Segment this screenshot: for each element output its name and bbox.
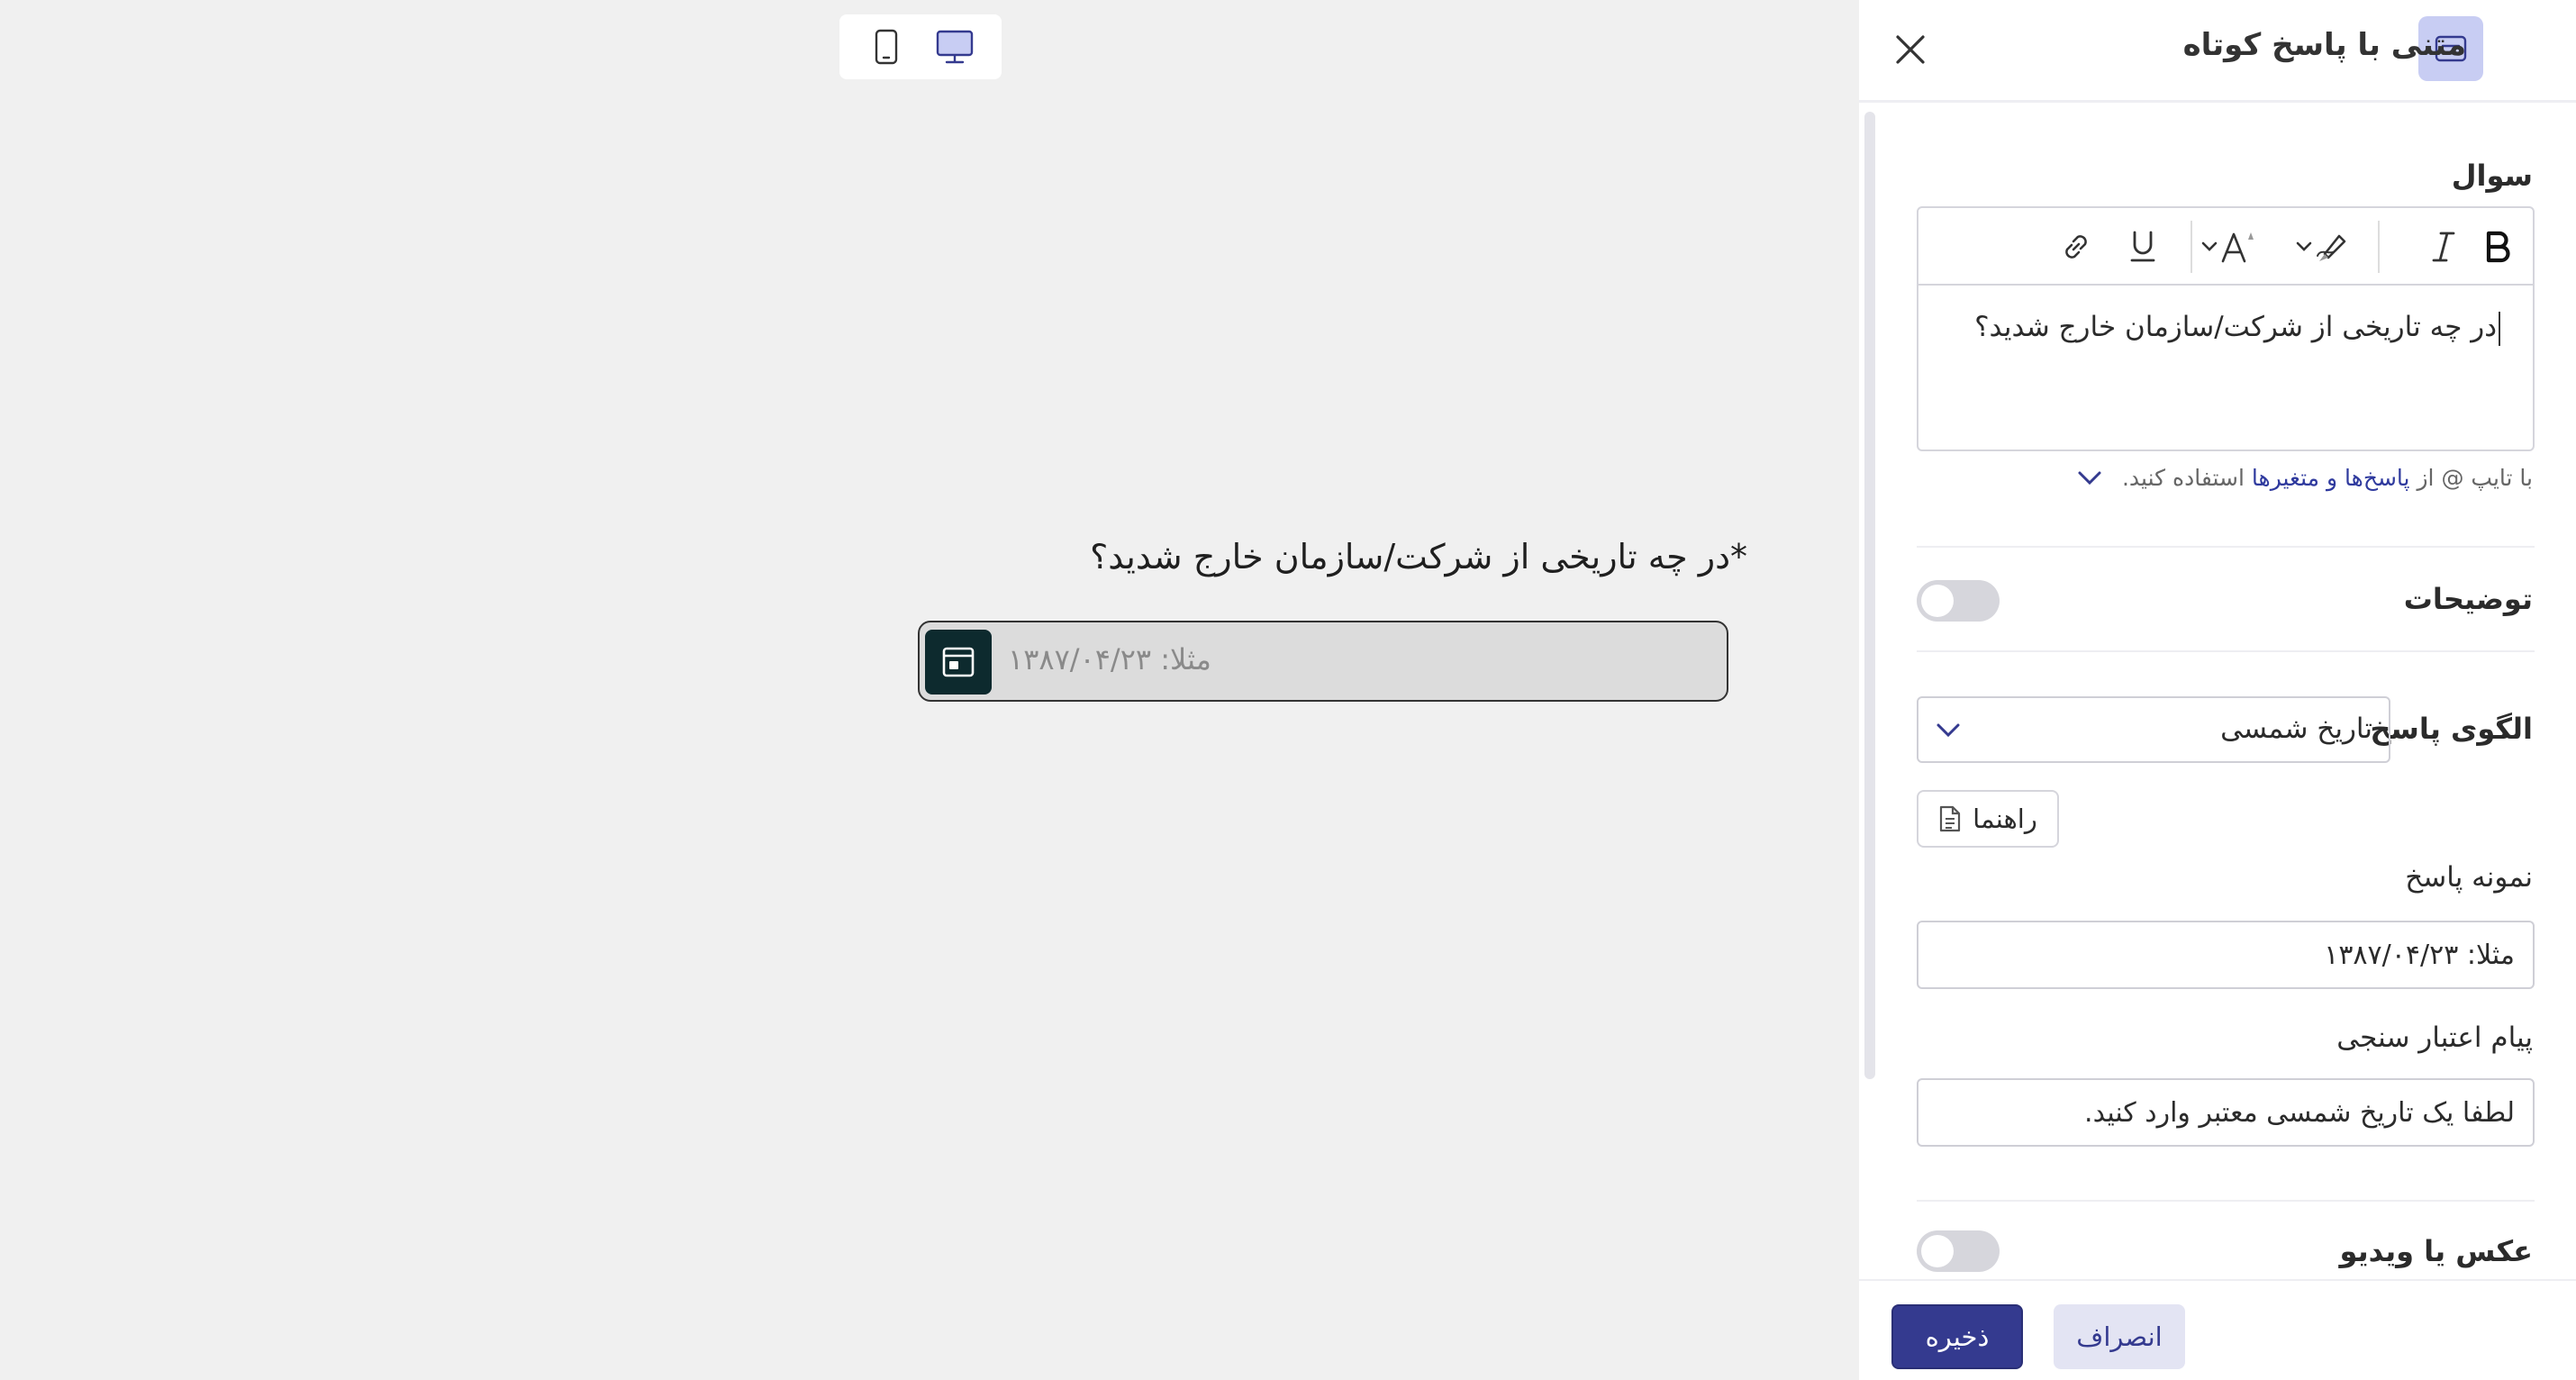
underline-icon — [2130, 231, 2155, 262]
section-divider — [1917, 650, 2535, 652]
font-size-icon — [2221, 232, 2254, 263]
variables-link[interactable]: پاسخ‌ها و متغیرها — [2252, 465, 2410, 491]
guide-label: راهنما — [1973, 803, 2037, 834]
font-size-dropdown[interactable] — [2198, 224, 2261, 269]
question-text: در چه تاریخی از شرکت/سازمان خارج شدید؟ — [1974, 311, 2497, 343]
media-toggle[interactable] — [1917, 1230, 2000, 1272]
variables-hint: با تایپ @ از پاسخ‌ها و متغیرها استفاده ک… — [2077, 465, 2533, 491]
text-caret — [2499, 311, 2500, 346]
panel-header: متنی با پاسخ کوتاه — [1859, 0, 2576, 103]
desktop-view-button[interactable] — [928, 22, 982, 72]
panel-footer: انصراف ذخیره — [1859, 1279, 2576, 1380]
preview-question-title: *در چه تاریخی از شرکت/سازمان خارج شدید؟ — [1090, 537, 1747, 577]
link-button[interactable] — [2054, 224, 2099, 269]
media-label: عکس یا ویدیو — [2339, 1234, 2533, 1268]
question-text-editor[interactable]: در چه تاریخی از شرکت/سازمان خارج شدید؟ — [1974, 311, 2500, 346]
answer-pattern-select[interactable]: تاریخ شمسی — [1917, 696, 2390, 763]
hint-prefix: با تایپ @ از — [2417, 465, 2533, 491]
document-icon — [1940, 805, 1961, 832]
save-button[interactable]: ذخیره — [1891, 1304, 2023, 1369]
guide-button[interactable]: راهنما — [1917, 790, 2059, 848]
italic-button[interactable] — [2421, 224, 2466, 269]
variables-expand-button[interactable] — [2077, 470, 2102, 486]
chevron-down-icon — [2078, 471, 2101, 485]
bold-icon — [2486, 231, 2510, 263]
underline-button[interactable] — [2120, 224, 2165, 269]
desktop-monitor-icon — [936, 30, 974, 64]
section-divider — [1917, 546, 2535, 548]
calendar-button[interactable] — [925, 630, 992, 695]
section-divider — [1917, 1200, 2535, 1202]
panel-title: متنی با پاسخ کوتاه — [2182, 27, 2466, 63]
chevron-down-icon — [2296, 241, 2312, 251]
toolbar-separator — [2191, 221, 2192, 273]
preview-answer-placeholder: مثلا: ۱۳۸۷/۰۴/۲۳ — [1008, 642, 1211, 676]
answer-pattern-label: الگوی پاسخ — [2370, 712, 2533, 746]
editor-toolbar — [1918, 208, 2533, 286]
close-icon — [1896, 35, 1925, 64]
answer-pattern-value: تاریخ شمسی — [2220, 713, 2372, 745]
mobile-view-button[interactable] — [859, 22, 913, 72]
close-button[interactable] — [1888, 27, 1933, 72]
preview-answer-input[interactable]: مثلا: ۱۳۸۷/۰۴/۲۳ — [918, 621, 1728, 702]
validation-message-input[interactable] — [1917, 1078, 2535, 1147]
mobile-phone-icon — [875, 29, 898, 65]
highlighter-icon — [2317, 234, 2346, 261]
calendar-icon — [942, 647, 975, 677]
chevron-down-icon — [1937, 723, 1960, 738]
sample-answer-label: نمونه پاسخ — [2405, 861, 2533, 894]
toolbar-separator — [2378, 221, 2380, 273]
toggle-knob — [1921, 1235, 1954, 1267]
form-preview: *در چه تاریخی از شرکت/سازمان خارج شدید؟ … — [0, 0, 1859, 1380]
cancel-button[interactable]: انصراف — [2054, 1304, 2185, 1369]
sample-answer-input[interactable] — [1917, 921, 2535, 989]
hint-suffix: استفاده کنید. — [2121, 465, 2245, 491]
highlight-dropdown[interactable] — [2288, 224, 2360, 269]
toggle-knob — [1921, 585, 1954, 617]
italic-icon — [2432, 232, 2455, 262]
panel-scrollbar[interactable] — [1864, 112, 1875, 1079]
device-toggle — [839, 14, 1002, 79]
chevron-down-icon — [2201, 241, 2218, 251]
question-label: سوال — [2451, 159, 2533, 193]
question-editor: در چه تاریخی از شرکت/سازمان خارج شدید؟ — [1917, 206, 2535, 451]
description-toggle[interactable] — [1917, 580, 2000, 622]
settings-panel: متنی با پاسخ کوتاه سوال در چه تاریخی از … — [1859, 0, 2576, 1380]
description-label: توضیحات — [2403, 582, 2533, 616]
validation-message-label: پیام اعتبار سنجی — [2336, 1021, 2533, 1054]
link-icon — [2065, 235, 2087, 259]
bold-button[interactable] — [2475, 224, 2520, 269]
